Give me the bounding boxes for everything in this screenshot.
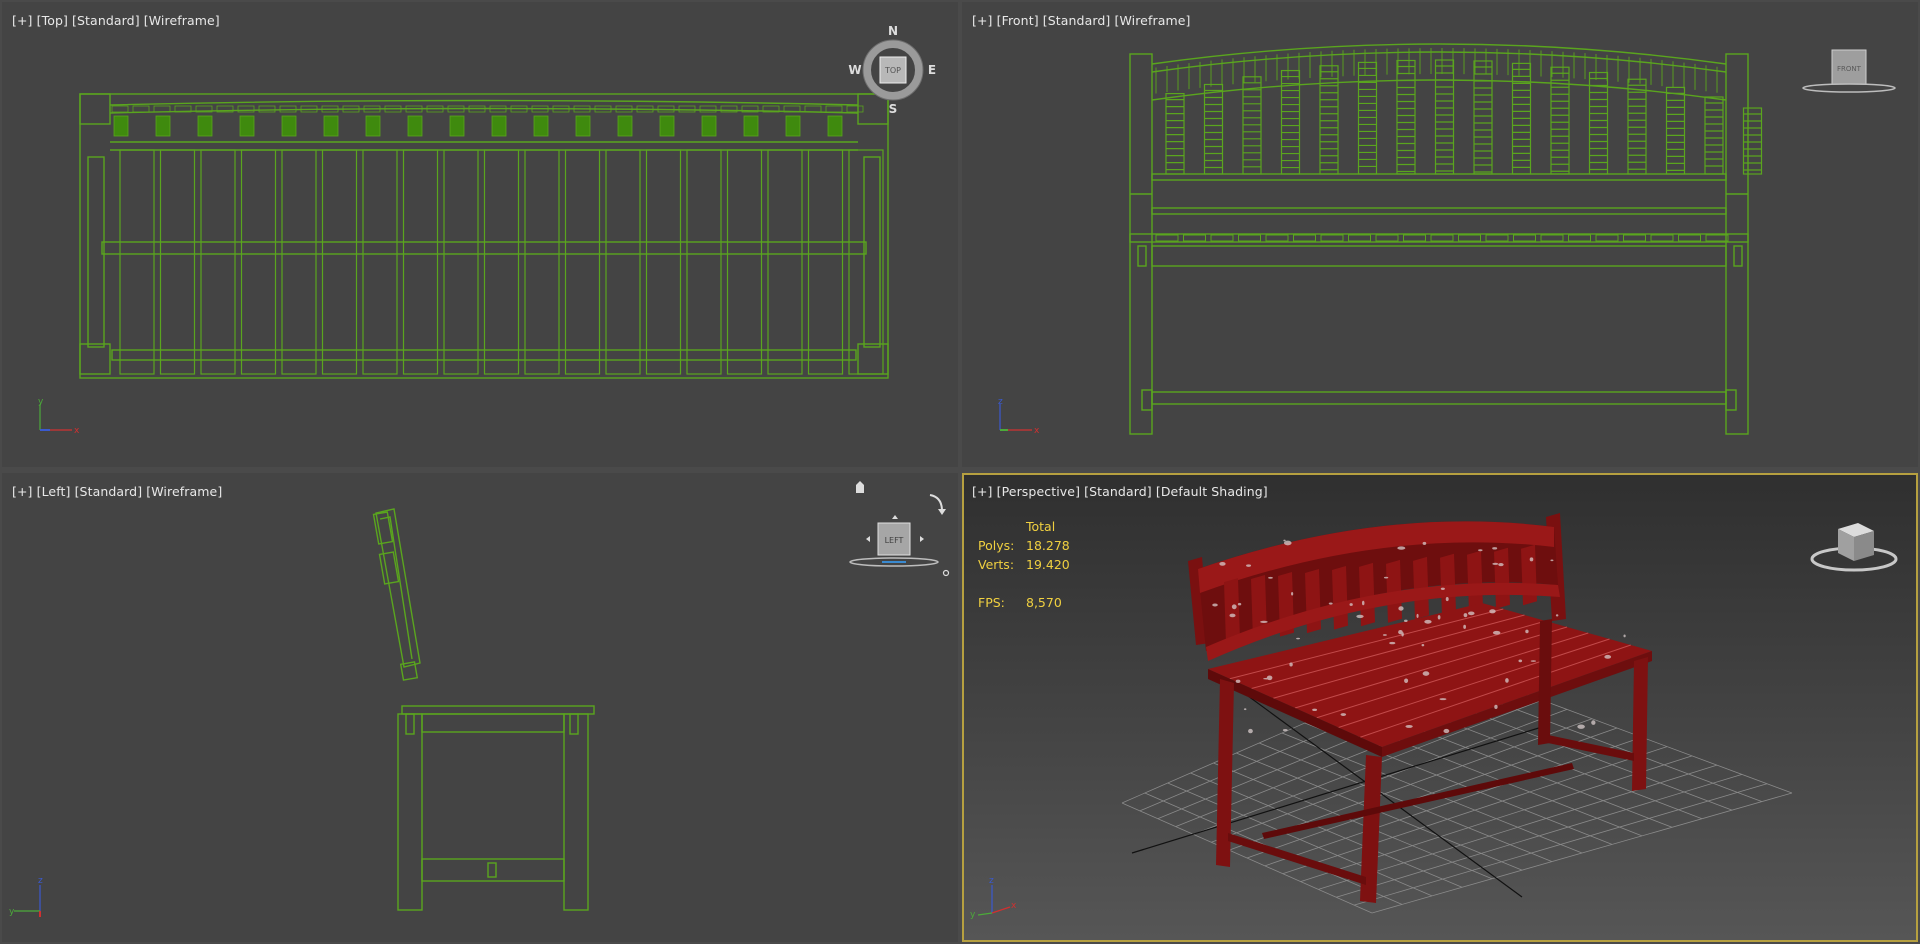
viewcube-top[interactable]: TOP N S E W: [848, 22, 938, 118]
viewcube-perspective[interactable]: [1804, 513, 1904, 583]
viewport-shading-label[interactable]: [Wireframe]: [1114, 13, 1190, 28]
viewport-mode-label[interactable]: [Standard]: [75, 484, 143, 499]
viewport-label-top[interactable]: [+] [Top] [Standard] [Wireframe]: [12, 13, 220, 28]
home-icon[interactable]: [856, 481, 864, 493]
viewport-view-label[interactable]: [Left]: [37, 484, 71, 499]
viewcube-face-label: LEFT: [885, 536, 904, 545]
stats-fps-row: FPS: 8,570: [978, 593, 1070, 612]
axis-x-label: x: [1011, 901, 1017, 911]
statistics-overlay: Total Polys: 18.278 Verts: 19.420 FPS: 8,57…: [978, 517, 1070, 612]
viewport-top[interactable]: [+] [Top] [Standard] [Wireframe] TOP N S…: [2, 2, 958, 467]
axis-tripod-icon: z x: [998, 397, 1040, 436]
viewcube-left[interactable]: LEFT: [844, 473, 954, 583]
viewport-mode-label[interactable]: [Standard]: [1084, 484, 1152, 499]
axis-y-label: y: [970, 910, 976, 920]
stats-fps-value: 8,570: [1026, 595, 1062, 610]
stats-verts-value: 19.420: [1026, 557, 1070, 572]
viewport-menu-plus[interactable]: [+]: [972, 13, 993, 28]
axis-x-label: x: [1034, 426, 1040, 436]
perspective-bench-render: [1121, 513, 1793, 914]
viewport-label-perspective[interactable]: [+] [Perspective] [Standard] [Default Sh…: [972, 484, 1268, 499]
viewport-shading-label[interactable]: [Wireframe]: [144, 13, 220, 28]
compass-east: E: [928, 63, 936, 77]
front-wireframe-bench: [1129, 43, 1763, 435]
viewport-menu-plus[interactable]: [+]: [12, 484, 33, 499]
viewport-front[interactable]: [+] [Front] [Standard] [Wireframe] FRONT…: [962, 2, 1918, 467]
compass-south: S: [889, 102, 898, 116]
axis-z-label: z: [38, 876, 43, 886]
stats-polys-label: Polys:: [978, 538, 1015, 553]
viewport-shading-label[interactable]: [Default Shading]: [1156, 484, 1268, 499]
stats-verts-label: Verts:: [978, 557, 1015, 572]
viewport-view-label[interactable]: [Top]: [37, 13, 68, 28]
compass-north: N: [888, 24, 898, 38]
stats-fps-label: FPS:: [978, 595, 1005, 610]
viewport-menu-plus[interactable]: [+]: [12, 13, 33, 28]
stats-polys-value: 18.278: [1026, 538, 1070, 553]
left-wireframe-bench: [372, 508, 595, 911]
viewport-label-left[interactable]: [+] [Left] [Standard] [Wireframe]: [12, 484, 222, 499]
axis-z-label: z: [998, 397, 1003, 407]
stats-verts-row: Verts: 19.420: [978, 555, 1070, 574]
axis-z-label: z: [989, 876, 994, 886]
viewport-view-label[interactable]: [Perspective]: [997, 484, 1080, 499]
viewport-perspective[interactable]: [+] [Perspective] [Standard] [Default Sh…: [962, 473, 1918, 942]
viewport-view-label[interactable]: [Front]: [997, 13, 1039, 28]
bench-model: [1188, 513, 1652, 903]
viewcube-front[interactable]: FRONT: [1798, 46, 1898, 96]
top-wireframe-bench: [79, 93, 889, 379]
viewport-label-front[interactable]: [+] [Front] [Standard] [Wireframe]: [972, 13, 1191, 28]
viewport-left[interactable]: [+] [Left] [Standard] [Wireframe] LEFT z…: [2, 473, 958, 942]
stats-polys-row: Polys: 18.278: [978, 536, 1070, 555]
viewport-mode-label[interactable]: [Standard]: [1043, 13, 1111, 28]
viewport-mode-label[interactable]: [Standard]: [72, 13, 140, 28]
axis-x-label: x: [74, 426, 80, 436]
compass-west: W: [848, 63, 861, 77]
axis-tripod-icon: y x: [38, 397, 80, 436]
viewport-menu-plus[interactable]: [+]: [972, 484, 993, 499]
viewcube-face-label: TOP: [884, 66, 901, 75]
axis-y-label: y: [9, 907, 15, 917]
axis-tripod-icon: z y: [9, 876, 43, 917]
rotate-view-icon[interactable]: [929, 494, 943, 512]
viewcube-face-label: FRONT: [1837, 65, 1862, 73]
stats-total-label: Total: [1026, 519, 1056, 534]
viewport-shading-label[interactable]: [Wireframe]: [146, 484, 222, 499]
axis-y-label: y: [38, 397, 44, 407]
axis-tripod-icon: z x y: [970, 876, 1017, 920]
